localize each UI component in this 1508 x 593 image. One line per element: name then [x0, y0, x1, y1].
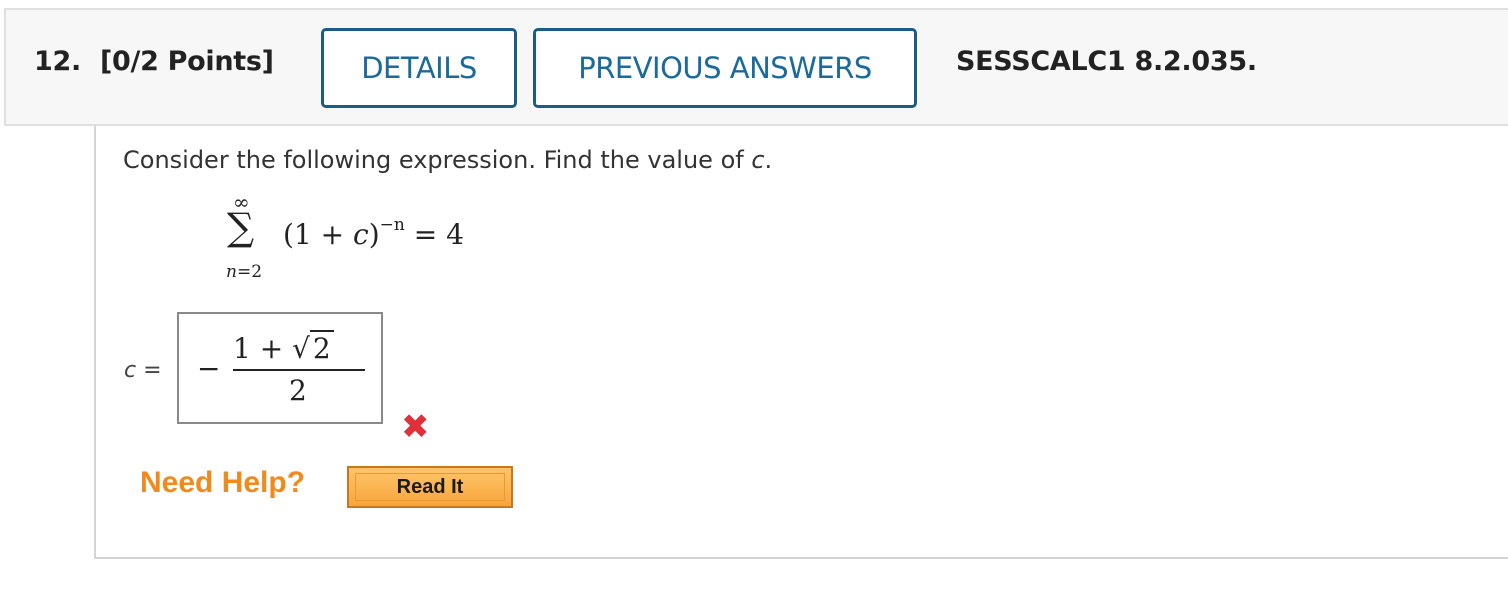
question-number: 12.	[34, 46, 81, 77]
sqrt-icon: √	[292, 332, 310, 365]
previous-answers-button[interactable]: PREVIOUS ANSWERS	[533, 28, 917, 108]
details-button[interactable]: DETAILS	[321, 28, 517, 108]
answer-input[interactable]: − 1 + √ 2 2	[177, 312, 383, 424]
sqrt-argument: 2	[309, 330, 334, 365]
answer-label: c =	[124, 358, 162, 383]
question-points: [0/2 Points]	[100, 46, 274, 77]
incorrect-icon: ✖	[401, 407, 430, 447]
series-expression: ∞ ∑ n=2 (1 + c)−n = 4	[215, 190, 485, 290]
answer-denominator: 2	[289, 374, 307, 407]
sum-index-var: n	[226, 262, 237, 282]
question-reference: SESSCALC1 8.2.035.	[956, 46, 1257, 77]
sum-equals: = 4	[404, 218, 464, 251]
prompt-variable: c	[751, 146, 765, 174]
sum-body-close: )	[368, 218, 380, 251]
need-help-label: Need Help?	[140, 466, 306, 499]
answer-numerator: 1 + √ 2	[233, 330, 334, 365]
read-it-button[interactable]: Read It	[347, 466, 513, 508]
question-prompt: Consider the following expression. Find …	[123, 146, 772, 174]
answer-label-var: c	[124, 358, 137, 383]
sum-body-var: c	[353, 218, 369, 251]
prompt-text: Consider the following expression. Find …	[123, 146, 752, 174]
read-it-label: Read It	[396, 475, 464, 498]
sum-body: (1 + c)−n = 4	[283, 214, 464, 251]
sum-body-open: (1 +	[283, 218, 353, 251]
answer-minus: −	[197, 352, 221, 385]
sum-symbol: ∑	[227, 205, 255, 249]
sum-index-start: =2	[236, 262, 263, 282]
answer-label-eq: =	[136, 358, 162, 383]
prompt-end: .	[764, 146, 773, 174]
sum-lower-limit: n=2	[226, 262, 262, 282]
fraction-bar	[233, 369, 365, 371]
sum-exponent: −n	[379, 214, 405, 235]
answer-numerator-text: 1 +	[233, 332, 293, 365]
